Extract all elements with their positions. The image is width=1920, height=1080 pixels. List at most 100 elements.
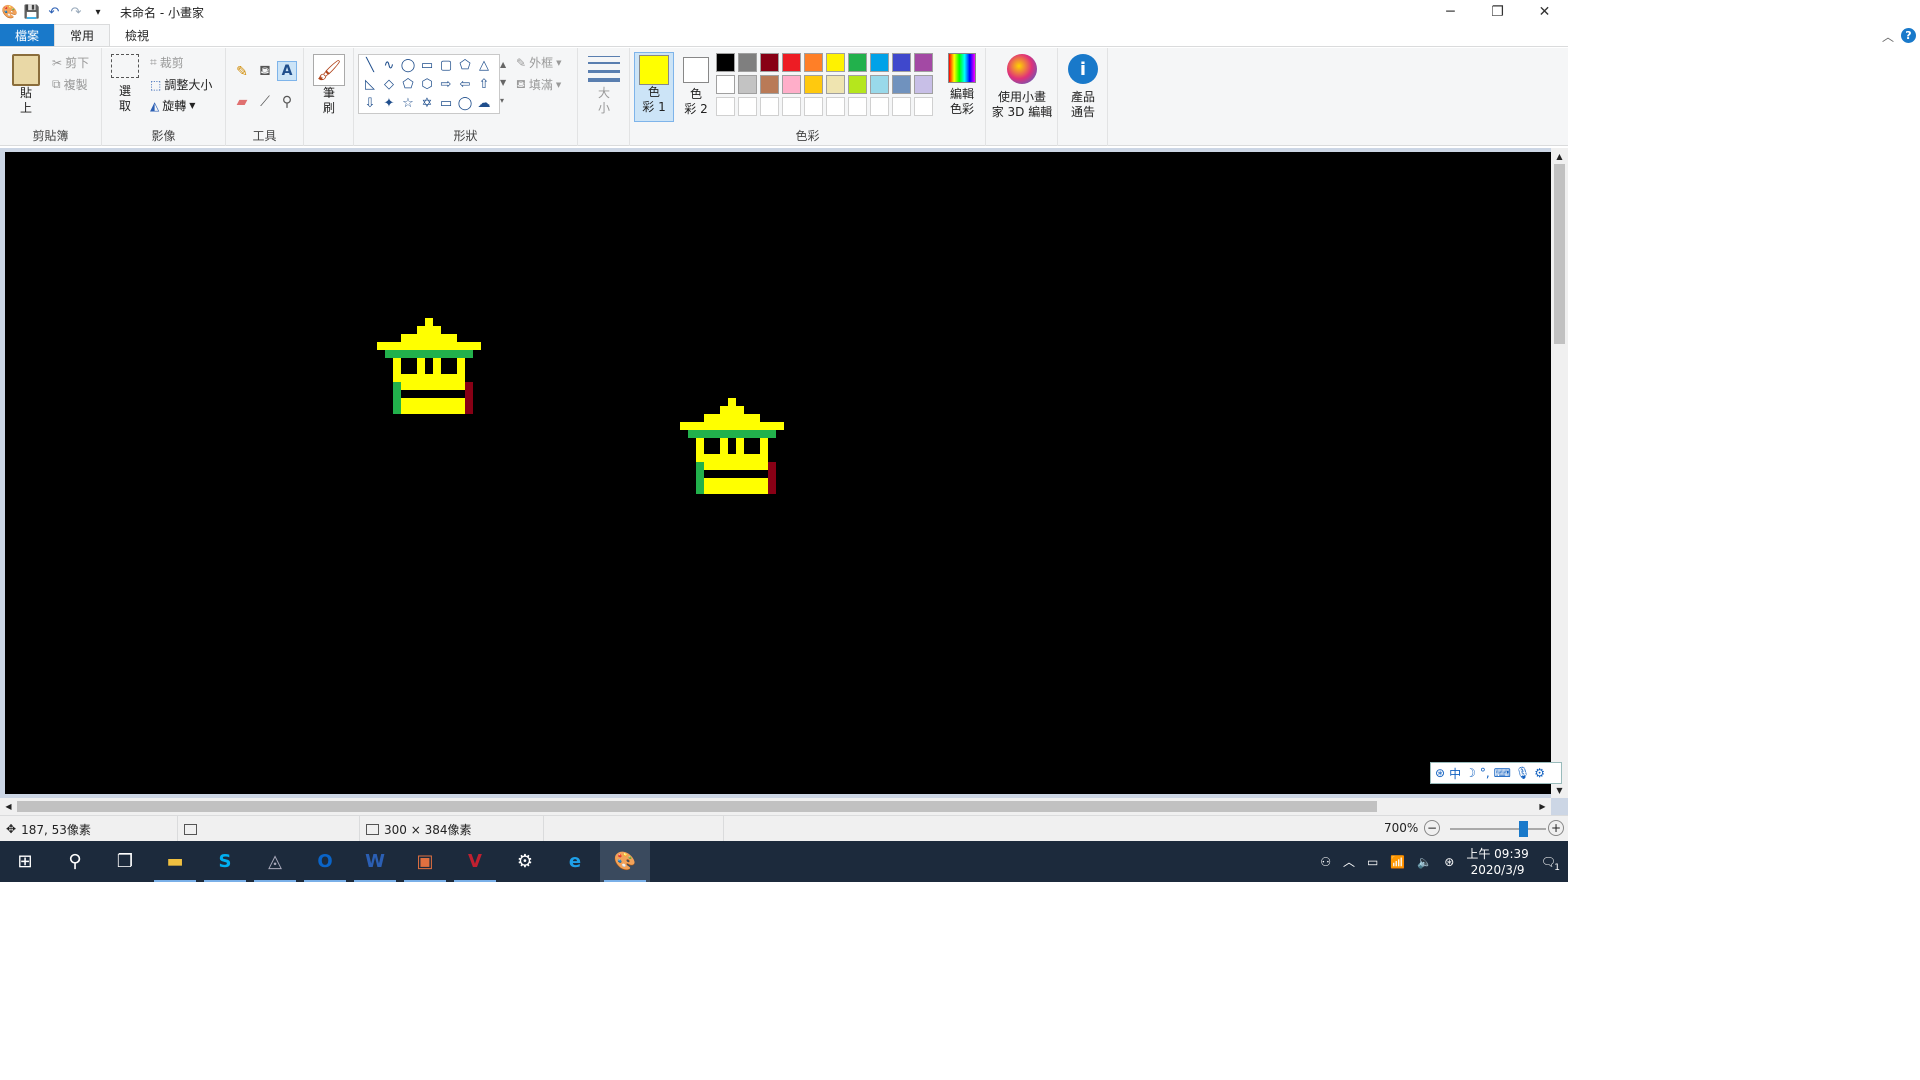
palette-swatch[interactable] — [914, 75, 933, 94]
palette-swatch[interactable] — [804, 53, 823, 72]
palette-swatch[interactable] — [716, 75, 735, 94]
task-view-icon[interactable]: ❐ — [100, 841, 150, 882]
horizontal-scroll-thumb[interactable] — [17, 801, 1377, 812]
zoom-slider-thumb[interactable] — [1519, 821, 1529, 837]
punctuation-icon[interactable]: °, — [1480, 766, 1490, 780]
crop-button[interactable]: ⌗ 裁剪 — [150, 54, 184, 71]
palette-swatch[interactable] — [716, 53, 735, 72]
ime-toolbar[interactable]: ⊛ 中 ☽ °, ⌨ 🎙 ⚙ — [1430, 762, 1562, 784]
polygon-shape-icon[interactable]: ⬠ — [456, 56, 474, 74]
palette-swatch[interactable] — [782, 75, 801, 94]
half-width-icon[interactable]: ☽ — [1465, 766, 1476, 780]
scroll-down-icon[interactable]: ▼ — [1551, 782, 1568, 798]
product-notice-button[interactable]: i 產品 通告 — [1062, 54, 1104, 120]
file-explorer-icon[interactable]: ▬ — [150, 841, 200, 882]
outline-button[interactable]: ✎ 外框 ▼ — [516, 54, 561, 71]
down-arrow-shape-icon[interactable]: ⇩ — [361, 94, 379, 112]
paint-taskbar-icon[interactable]: 🎨 — [600, 841, 650, 882]
edit-with-paint3d-button[interactable]: 使用小畫 家 3D 編輯 — [988, 54, 1056, 120]
palette-swatch[interactable] — [848, 75, 867, 94]
palette-swatch[interactable] — [848, 53, 867, 72]
volume-icon[interactable]: 🔈 — [1417, 855, 1432, 869]
custom-color-swatch[interactable] — [782, 97, 801, 116]
outlook-icon[interactable]: O — [300, 841, 350, 882]
palette-swatch[interactable] — [870, 53, 889, 72]
minimize-button[interactable]: ─ — [1427, 0, 1474, 24]
rounded-rectangle-shape-icon[interactable]: ▢ — [437, 56, 455, 74]
customize-quick-access-icon[interactable]: ▾ — [90, 4, 106, 20]
palette-swatch[interactable] — [760, 53, 779, 72]
custom-color-swatch[interactable] — [892, 97, 911, 116]
skype-icon[interactable]: S — [200, 841, 250, 882]
tab-view[interactable]: 檢視 — [110, 24, 164, 46]
callout-oval-shape-icon[interactable]: ◯ — [456, 94, 474, 112]
visual-studio-icon[interactable]: V — [450, 841, 500, 882]
close-button[interactable]: ✕ — [1521, 0, 1568, 24]
custom-color-swatch[interactable] — [716, 97, 735, 116]
custom-color-swatch[interactable] — [738, 97, 757, 116]
left-arrow-shape-icon[interactable]: ⇦ — [456, 75, 474, 93]
network-icon[interactable]: 📶 — [1390, 855, 1405, 869]
palette-swatch[interactable] — [738, 53, 757, 72]
triangle-shape-icon[interactable]: △ — [475, 56, 493, 74]
custom-color-swatch[interactable] — [848, 97, 867, 116]
restore-button[interactable]: ❐ — [1474, 0, 1521, 24]
ime-settings-icon[interactable]: ⚙ — [1534, 766, 1545, 780]
shapes-scroll[interactable]: ▲ ▼ ▾ — [500, 56, 506, 110]
palette-swatch[interactable] — [892, 53, 911, 72]
oval-shape-icon[interactable]: ◯ — [399, 56, 417, 74]
palette-swatch[interactable] — [782, 53, 801, 72]
paint-app-icon[interactable]: 🎨 — [2, 4, 18, 20]
image-viewer-icon[interactable]: ▣ — [400, 841, 450, 882]
scroll-up-icon[interactable]: ▲ — [1551, 148, 1568, 164]
custom-color-swatch[interactable] — [870, 97, 889, 116]
color2-button[interactable]: 色 彩 2 — [676, 53, 716, 117]
right-triangle-shape-icon[interactable]: ◺ — [361, 75, 379, 93]
edit-colors-button[interactable]: 編輯 色彩 — [942, 53, 982, 117]
curve-shape-icon[interactable]: ∿ — [380, 56, 398, 74]
palette-swatch[interactable] — [738, 75, 757, 94]
fill-bucket-icon[interactable]: ⛾ — [255, 62, 275, 82]
palette-swatch[interactable] — [914, 53, 933, 72]
app-launcher-icon[interactable]: ◬ — [250, 841, 300, 882]
undo-icon[interactable]: ↶ — [46, 4, 62, 20]
color1-button[interactable]: 色 彩 1 — [634, 52, 674, 122]
word-icon[interactable]: W — [350, 841, 400, 882]
palette-swatch[interactable] — [826, 53, 845, 72]
horizontal-scrollbar[interactable]: ◀ ▶ — [0, 798, 1551, 815]
hexagon-shape-icon[interactable]: ⬡ — [418, 75, 436, 93]
rotate-button[interactable]: ◭ 旋轉 ▼ — [150, 97, 195, 114]
paste-button[interactable]: 貼 上 — [8, 54, 44, 116]
palette-swatch[interactable] — [870, 75, 889, 94]
save-icon[interactable]: 💾 — [24, 4, 40, 20]
custom-color-swatch[interactable] — [826, 97, 845, 116]
cut-button[interactable]: ✂ 剪下 — [52, 54, 89, 71]
tab-home[interactable]: 常用 — [54, 24, 111, 46]
four-point-star-shape-icon[interactable]: ✦ — [380, 94, 398, 112]
settings-icon[interactable]: ⚙ — [500, 841, 550, 882]
help-icon[interactable]: ? — [1901, 28, 1916, 43]
palette-swatch[interactable] — [804, 75, 823, 94]
custom-color-swatch[interactable] — [914, 97, 933, 116]
search-icon[interactable]: ⚲ — [50, 841, 100, 882]
up-arrow-shape-icon[interactable]: ⇧ — [475, 75, 493, 93]
fill-button[interactable]: ⛾ 填滿 ▼ — [516, 76, 561, 93]
color-picker-icon[interactable]: ⟋ — [255, 92, 275, 112]
clock[interactable]: 上午 09:39 2020/3/9 — [1466, 846, 1528, 878]
collapse-ribbon-icon[interactable]: ︿ — [1882, 28, 1894, 45]
line-shape-icon[interactable]: ╲ — [361, 56, 379, 74]
ime-mode[interactable]: 中 — [1449, 765, 1461, 782]
magnifier-icon[interactable]: ⚲ — [277, 92, 297, 112]
zoom-in-button[interactable]: + — [1548, 820, 1564, 836]
size-button[interactable]: 大 小 — [586, 56, 622, 116]
brushes-button[interactable]: 🖌 筆 刷 — [310, 54, 348, 116]
callout-rect-shape-icon[interactable]: ▭ — [437, 94, 455, 112]
show-hidden-icons-icon[interactable]: ︿ — [1343, 853, 1355, 870]
keyboard-icon[interactable]: ⌨ — [1494, 766, 1511, 780]
palette-swatch[interactable] — [826, 75, 845, 94]
six-point-star-shape-icon[interactable]: ✡ — [418, 94, 436, 112]
copy-button[interactable]: ⧉ 複製 — [52, 76, 88, 93]
battery-icon[interactable]: ▭ — [1367, 855, 1378, 869]
vertical-scrollbar[interactable]: ▲ ▼ — [1551, 148, 1568, 798]
custom-color-swatch[interactable] — [760, 97, 779, 116]
